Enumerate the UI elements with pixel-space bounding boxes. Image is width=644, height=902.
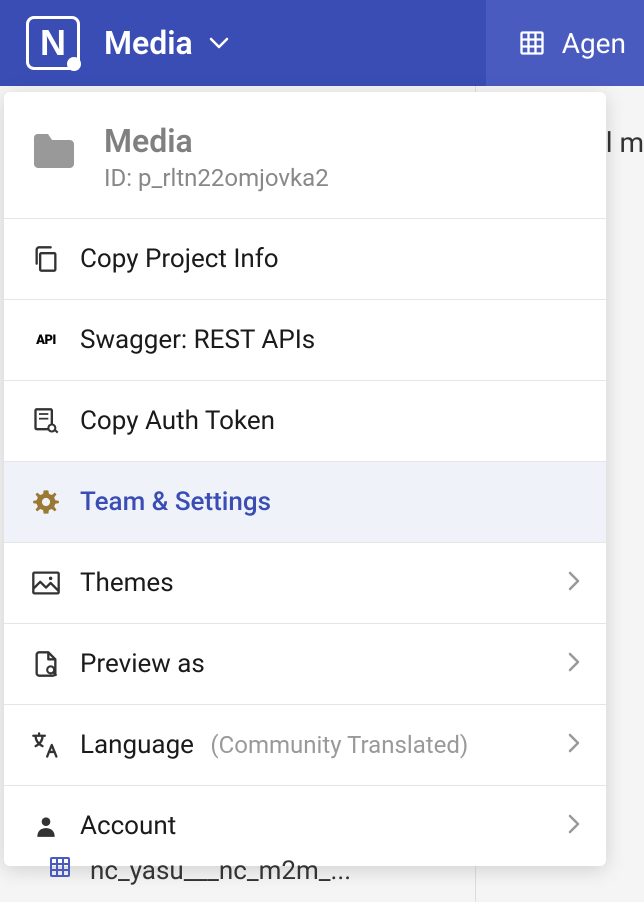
chevron-right-icon: [568, 814, 580, 838]
grid-icon: [48, 855, 72, 886]
team-settings-button[interactable]: Team & Settings: [4, 462, 606, 543]
header-tab-label: Agen: [562, 27, 626, 60]
app-header: N Media Agen: [0, 0, 644, 86]
project-id: ID: p_rltn22omjovka2: [104, 164, 329, 192]
project-dropdown-menu: Media ID: p_rltn22omjovka2 Copy Project …: [4, 92, 606, 866]
logo-dot: [67, 57, 81, 71]
menu-label: Copy Project Info: [80, 244, 580, 274]
account-button[interactable]: Account: [4, 786, 606, 866]
image-icon: [30, 567, 62, 599]
chevron-right-icon: [568, 571, 580, 595]
background-list-item[interactable]: nc_yasu___nc_m2m_...: [48, 855, 351, 886]
project-name: Media: [104, 122, 329, 160]
menu-label: Themes: [80, 568, 568, 598]
gear-icon: [30, 486, 62, 518]
project-header: Media ID: p_rltn22omjovka2: [4, 92, 606, 219]
language-button[interactable]: Language (Community Translated): [4, 705, 606, 786]
folder-icon: [30, 132, 76, 170]
translate-icon: [30, 729, 62, 761]
chevron-down-icon[interactable]: [209, 37, 229, 49]
background-text: l m: [606, 126, 644, 159]
swagger-apis-button[interactable]: API Swagger: REST APIs: [4, 300, 606, 381]
menu-label: Copy Auth Token: [80, 406, 580, 436]
chevron-right-icon: [568, 733, 580, 757]
header-tab[interactable]: Agen: [486, 0, 644, 86]
menu-sublabel: (Community Translated): [210, 731, 468, 759]
menu-label: Account: [80, 811, 568, 841]
logo-letter: N: [40, 22, 66, 64]
menu-label: Preview as: [80, 649, 568, 679]
api-icon: API: [30, 324, 62, 356]
person-icon: [30, 810, 62, 842]
preview-icon: [30, 648, 62, 680]
menu-label: Swagger: REST APIs: [80, 325, 580, 355]
copy-project-info-button[interactable]: Copy Project Info: [4, 219, 606, 300]
copy-icon: [30, 243, 62, 275]
preview-as-button[interactable]: Preview as: [4, 624, 606, 705]
app-logo[interactable]: N: [26, 16, 80, 70]
header-project-title[interactable]: Media: [104, 24, 193, 62]
menu-label: Team & Settings: [80, 487, 580, 517]
themes-button[interactable]: Themes: [4, 543, 606, 624]
token-icon: [30, 405, 62, 437]
copy-auth-token-button[interactable]: Copy Auth Token: [4, 381, 606, 462]
grid-icon: [518, 29, 546, 57]
menu-label: Language (Community Translated): [80, 730, 568, 760]
chevron-right-icon: [568, 652, 580, 676]
list-item-label: nc_yasu___nc_m2m_...: [90, 856, 351, 886]
